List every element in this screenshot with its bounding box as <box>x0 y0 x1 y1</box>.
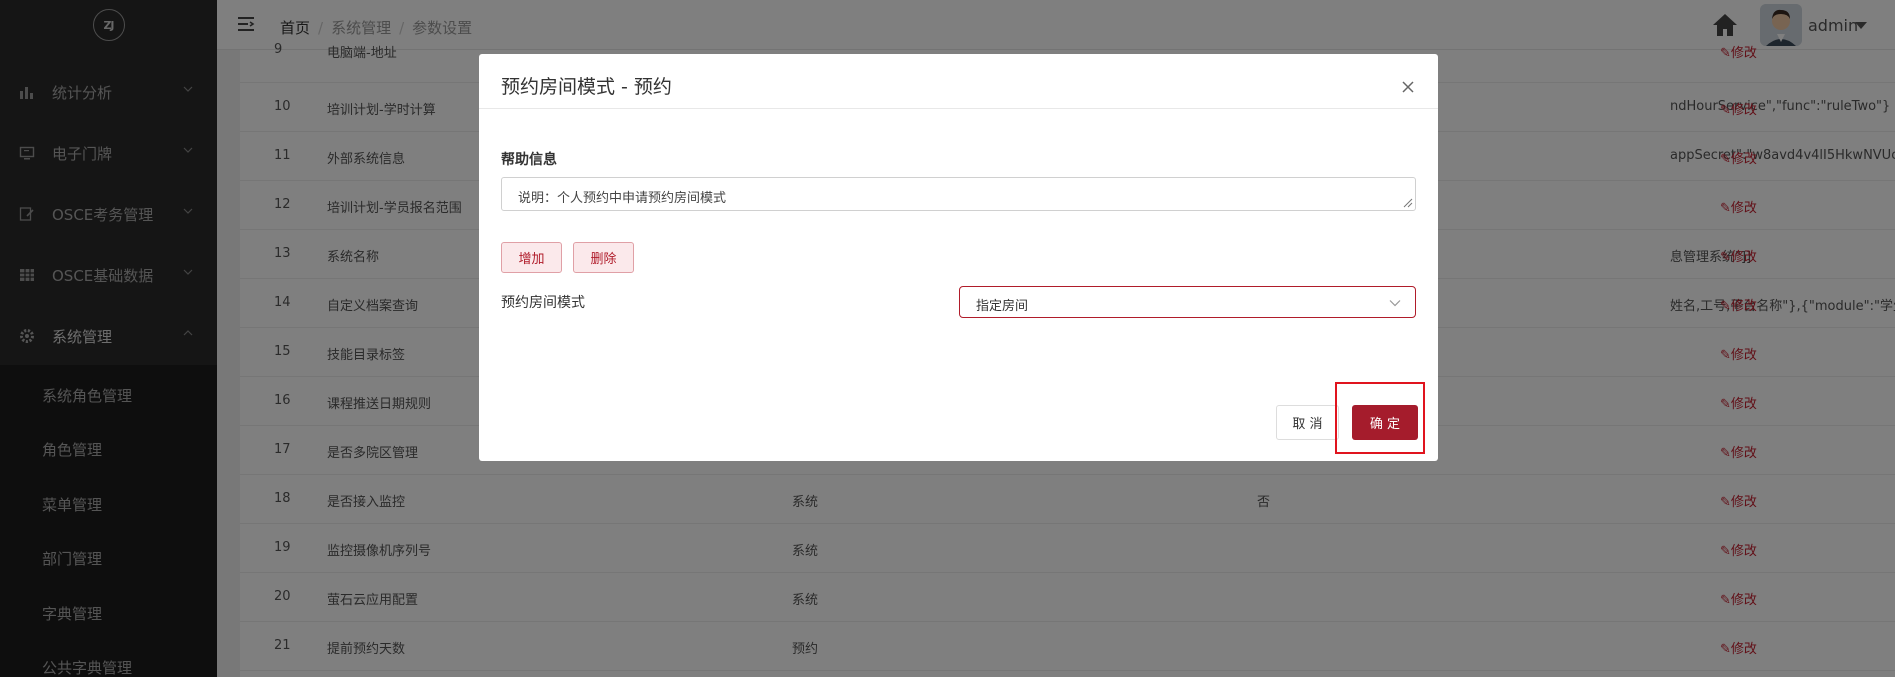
add-button[interactable]: 增加 <box>501 242 562 273</box>
delete-button[interactable]: 删除 <box>573 242 634 273</box>
modal-title: 预约房间模式 - 预约 <box>501 76 672 98</box>
resize-handle-icon[interactable] <box>1401 196 1413 208</box>
modal-divider <box>479 108 1438 109</box>
mode-select[interactable]: 指定房间 <box>959 286 1416 318</box>
chevron-down-icon <box>1389 300 1401 307</box>
mode-label: 预约房间模式 <box>501 295 585 311</box>
modal-dialog: 预约房间模式 - 预约 帮助信息 说明：个人预约中申请预约房间模式 增加 删除 … <box>479 54 1438 461</box>
help-textarea[interactable]: 说明：个人预约中申请预约房间模式 <box>501 177 1416 211</box>
help-label: 帮助信息 <box>501 152 557 168</box>
cancel-button[interactable]: 取 消 <box>1276 405 1339 440</box>
close-icon[interactable] <box>1401 80 1415 94</box>
help-text: 说明：个人预约中申请预约房间模式 <box>518 191 727 206</box>
mode-select-value: 指定房间 <box>976 299 1029 314</box>
highlight-box <box>1335 382 1425 454</box>
